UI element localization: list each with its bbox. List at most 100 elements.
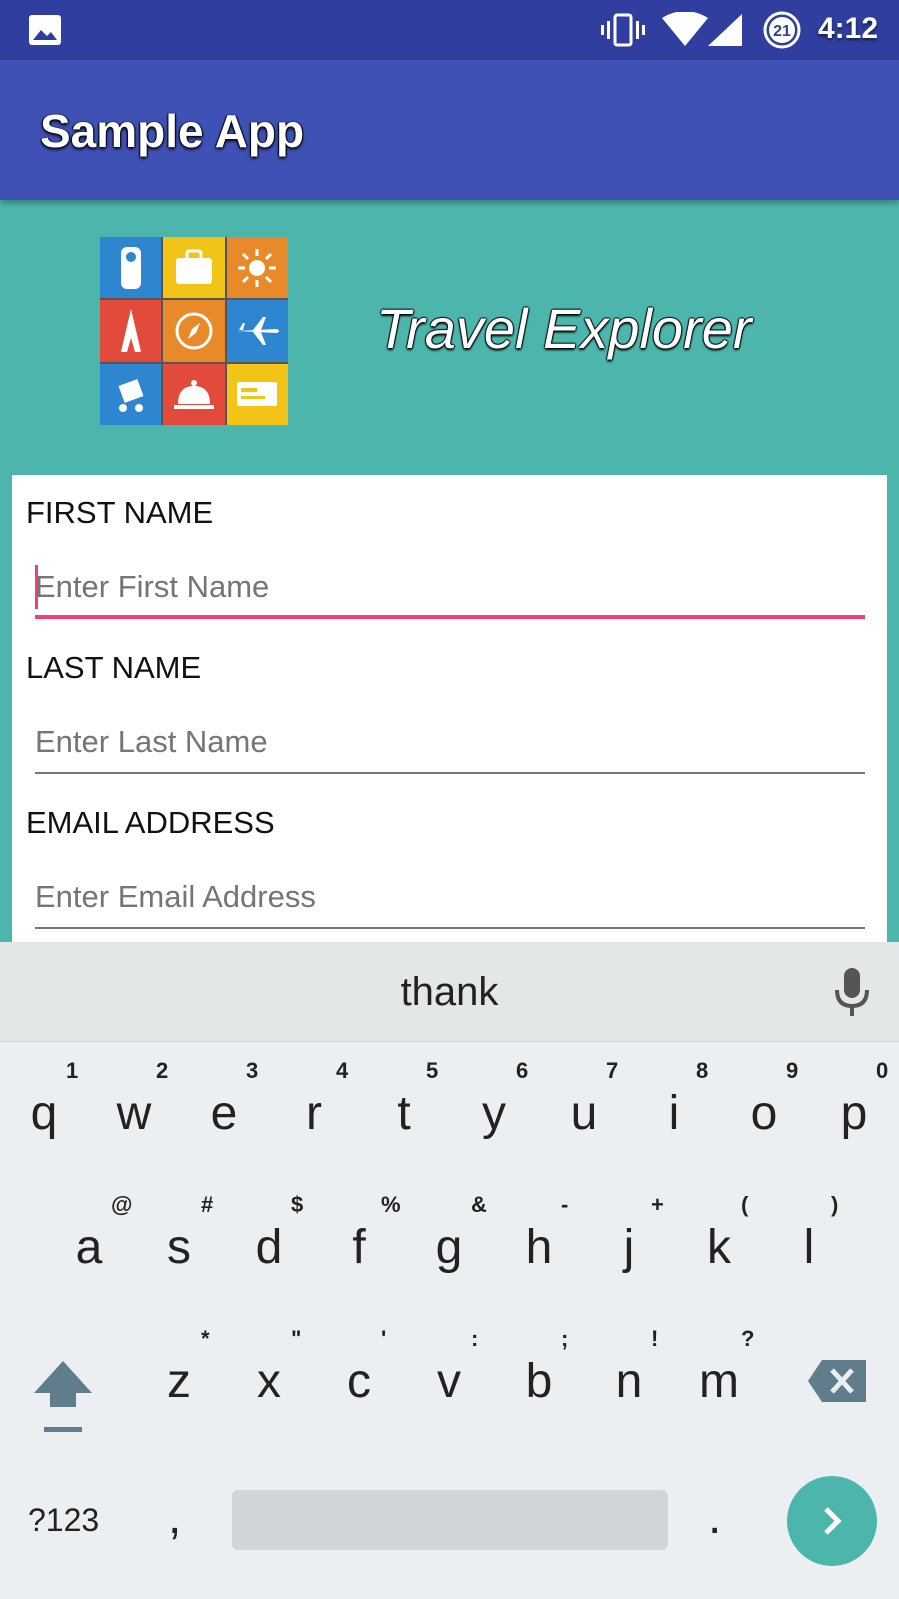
key-y[interactable]: y6 xyxy=(450,1058,538,1158)
key-hint: ! xyxy=(651,1326,659,1351)
status-time: 4:12 xyxy=(818,12,879,45)
ticket-icon xyxy=(226,363,288,425)
key-t[interactable]: t5 xyxy=(360,1058,448,1158)
key-hint: # xyxy=(201,1192,214,1217)
key-hint: ; xyxy=(561,1326,569,1351)
luggage-cart-icon xyxy=(100,363,162,425)
key-hint: ) xyxy=(831,1192,839,1217)
enter-key[interactable] xyxy=(787,1476,877,1566)
key-hint: : xyxy=(471,1326,479,1351)
key-d[interactable]: d $ xyxy=(225,1192,313,1292)
key-letter: f xyxy=(352,1221,366,1274)
last-name-field[interactable] xyxy=(35,702,865,772)
key-hint: - xyxy=(561,1192,569,1217)
key-hint: 6 xyxy=(516,1058,529,1083)
app-title: Sample App xyxy=(40,105,305,157)
key-letter: i xyxy=(668,1087,680,1140)
key-f[interactable]: f% xyxy=(315,1192,403,1292)
key-letter: n xyxy=(615,1355,643,1408)
travel-logo xyxy=(100,237,288,425)
key-hint: 3 xyxy=(246,1058,259,1083)
first-name-underline xyxy=(35,615,865,619)
key-i[interactable]: i8 xyxy=(630,1058,718,1158)
period-key[interactable]: . xyxy=(708,1490,721,1545)
key-hint: 7 xyxy=(606,1058,619,1083)
key-hint: ' xyxy=(381,1326,387,1351)
space-bar[interactable] xyxy=(232,1490,668,1550)
key-letter: b xyxy=(525,1355,553,1408)
key-hint: % xyxy=(381,1192,401,1217)
key-hint: @ xyxy=(111,1192,133,1217)
key-letter: p xyxy=(840,1087,868,1140)
symbols-key[interactable]: ?123 xyxy=(28,1502,99,1539)
key-x[interactable]: x " xyxy=(225,1326,313,1426)
key-m[interactable]: m? xyxy=(675,1326,763,1426)
suitcase-icon xyxy=(163,237,225,299)
key-v[interactable]: v: xyxy=(405,1326,493,1426)
key-letter: x xyxy=(257,1355,281,1408)
key-letter: e xyxy=(210,1087,238,1140)
key-h[interactable]: h- xyxy=(495,1192,583,1292)
key-letter: t xyxy=(397,1087,411,1140)
main-content: Travel Explorer FIRST NAME LAST NAME EMA… xyxy=(0,200,899,945)
key-letter: u xyxy=(570,1087,598,1140)
eiffel-tower-icon xyxy=(100,300,162,362)
last-name-label: LAST NAME xyxy=(26,650,202,685)
key-a[interactable]: a @ xyxy=(45,1192,133,1292)
key-letter: k xyxy=(707,1221,731,1274)
key-k[interactable]: k( xyxy=(675,1192,763,1292)
key-letter: r xyxy=(306,1087,322,1140)
key-hint: 0 xyxy=(876,1058,889,1083)
wifi-icon xyxy=(662,12,708,46)
key-letter: l xyxy=(803,1221,815,1274)
first-name-field[interactable] xyxy=(35,547,865,617)
key-hint: ( xyxy=(741,1192,749,1217)
key-p[interactable]: p0 xyxy=(810,1058,898,1158)
first-name-label: FIRST NAME xyxy=(26,495,214,530)
door-hanger-icon xyxy=(100,237,162,299)
key-c[interactable]: c ' xyxy=(315,1326,403,1426)
key-hint: $ xyxy=(291,1192,304,1217)
key-l[interactable]: l) xyxy=(765,1192,853,1292)
suggestion-word[interactable]: thank xyxy=(0,970,899,1015)
shift-icon[interactable] xyxy=(30,1357,96,1437)
compass-icon xyxy=(163,300,225,362)
key-u[interactable]: u7 xyxy=(540,1058,628,1158)
key-r[interactable]: r4 xyxy=(270,1058,358,1158)
key-hint: ? xyxy=(741,1326,755,1351)
key-b[interactable]: b; xyxy=(495,1326,583,1426)
backspace-icon[interactable] xyxy=(806,1358,868,1404)
microphone-icon[interactable] xyxy=(832,966,872,1018)
key-hint: 5 xyxy=(426,1058,439,1083)
email-field[interactable] xyxy=(35,857,865,927)
registration-form: FIRST NAME LAST NAME EMAIL ADDRESS xyxy=(12,475,887,945)
key-s[interactable]: s # xyxy=(135,1192,223,1292)
key-g[interactable]: g & xyxy=(405,1192,493,1292)
vibrate-icon xyxy=(601,13,645,47)
key-hint: * xyxy=(201,1326,210,1351)
key-z[interactable]: z * xyxy=(135,1326,223,1426)
key-n[interactable]: n! xyxy=(585,1326,673,1426)
key-letter: v xyxy=(437,1355,461,1408)
key-w[interactable]: w2 xyxy=(90,1058,178,1158)
key-o[interactable]: o9 xyxy=(720,1058,808,1158)
key-hint: 1 xyxy=(66,1058,79,1083)
chevron-right-icon xyxy=(824,1507,842,1535)
key-letter: j xyxy=(623,1221,635,1274)
last-name-underline xyxy=(35,772,865,774)
key-hint: 8 xyxy=(696,1058,709,1083)
comma-key[interactable]: , xyxy=(168,1490,181,1545)
soft-keyboard: thank q1w2e3r4t5y6u7i8o9p0 a @ s # d $ f% g & h - j… xyxy=(0,942,899,1599)
key-letter: y xyxy=(482,1087,506,1140)
key-j[interactable]: j + xyxy=(585,1192,673,1292)
brand-title: Travel Explorer xyxy=(376,297,752,360)
suggestion-bar: thank xyxy=(0,942,899,1042)
key-letter: z xyxy=(167,1355,191,1408)
key-q[interactable]: q1 xyxy=(0,1058,88,1158)
email-underline xyxy=(35,927,865,929)
key-e[interactable]: e3 xyxy=(180,1058,268,1158)
key-letter: s xyxy=(167,1221,191,1274)
email-label: EMAIL ADDRESS xyxy=(26,805,275,840)
battery-level: 21 xyxy=(773,23,791,40)
key-letter: o xyxy=(750,1087,778,1140)
